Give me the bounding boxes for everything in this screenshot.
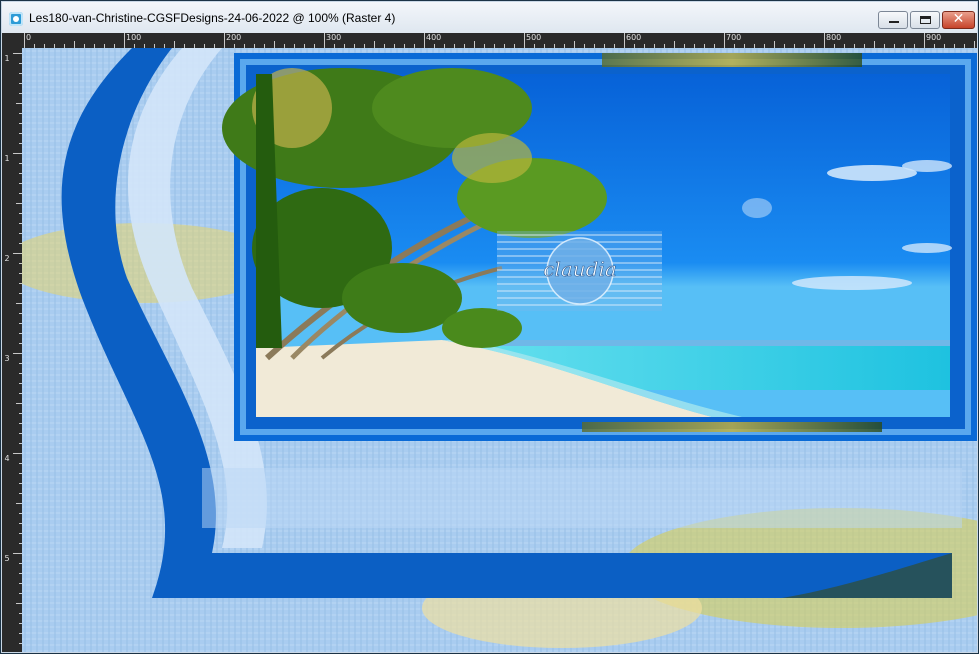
ruler-label: 0 (26, 33, 32, 42)
watermark-text: claudia (543, 257, 617, 281)
ruler-tick (574, 41, 575, 48)
ruler-tick (374, 41, 375, 48)
ruler-label: 800 (826, 33, 842, 42)
ruler-label: 200 (226, 33, 242, 42)
ruler-label: 600 (626, 33, 642, 42)
ruler-tick (24, 33, 25, 48)
ruler-tick (224, 33, 225, 48)
ruler-label: 900 (926, 33, 942, 42)
close-button[interactable]: ✕ (942, 10, 975, 29)
frame-gold-bottom (582, 422, 882, 432)
ruler-tick (774, 41, 775, 48)
close-icon: ✕ (952, 10, 965, 26)
artwork: claudia (22, 48, 977, 652)
ruler-tick (974, 41, 975, 48)
ruler-tick (474, 41, 475, 48)
light-band (202, 468, 962, 528)
ruler-tick (13, 453, 22, 454)
ruler-label: 1 (4, 154, 10, 163)
ruler-label: 300 (326, 33, 342, 42)
ruler-label: 5 (4, 554, 10, 563)
app-window: Les180-van-Christine-CGSFDesigns-24-06-2… (0, 0, 979, 654)
frame-gold-top (602, 53, 862, 67)
ruler-label: 100 (126, 33, 142, 42)
ruler-label: 1 (4, 54, 10, 63)
ruler-tick (674, 41, 675, 48)
ruler-tick (924, 33, 925, 48)
ruler-label: 4 (4, 454, 10, 463)
ruler-corner (2, 33, 11, 48)
ruler-tick (824, 33, 825, 48)
image-canvas[interactable]: claudia (22, 48, 977, 652)
ruler-label: 3 (4, 354, 10, 363)
horizontal-ruler: 0 100 200 300 400 500 600 700 800 900 (11, 33, 977, 48)
ruler-tick (13, 253, 22, 254)
ruler-tick (13, 353, 22, 354)
vertical-ruler: 1123456 (2, 48, 22, 652)
ruler-label: 500 (526, 33, 542, 42)
ruler-label: 2 (4, 254, 10, 263)
ruler-tick (274, 41, 275, 48)
window-title: Les180-van-Christine-CGSFDesigns-24-06-2… (29, 11, 396, 25)
ruler-tick (524, 33, 525, 48)
title-bar[interactable]: Les180-van-Christine-CGSFDesigns-24-06-2… (2, 2, 977, 34)
ruler-tick (424, 33, 425, 48)
maximize-button[interactable] (910, 11, 940, 29)
ruler-tick (624, 33, 625, 48)
ruler-label: 400 (426, 33, 442, 42)
ruler-tick (74, 41, 75, 48)
ruler-tick (13, 553, 22, 554)
ruler-tick (324, 33, 325, 48)
app-icon[interactable] (9, 12, 23, 26)
ruler-tick (124, 33, 125, 48)
ruler-tick (724, 33, 725, 48)
watermark-stamp: claudia (497, 231, 662, 311)
ruler-tick (13, 153, 22, 154)
minimize-button[interactable] (878, 11, 908, 29)
maximize-icon (920, 16, 931, 24)
ruler-tick (174, 41, 175, 48)
minimize-icon (889, 21, 899, 23)
ruler-tick (874, 41, 875, 48)
ruler-label: 700 (726, 33, 742, 42)
ruler-tick (13, 53, 22, 54)
